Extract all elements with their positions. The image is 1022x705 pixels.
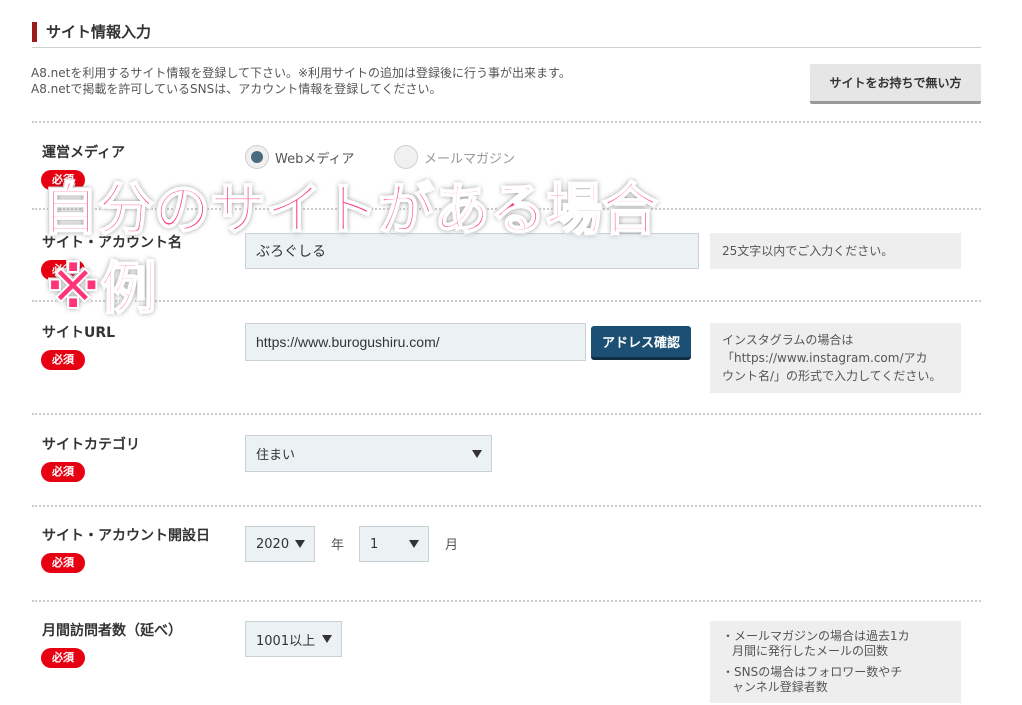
radio-mail-magazine-label: メールマガジン: [424, 151, 516, 167]
visitors-hint: ・メールマガジンの場合は過去1カ 月間に発行したメールの回数 ・SNSの場合はフ…: [710, 621, 961, 703]
radio-mail-magazine[interactable]: メールマガジン: [394, 145, 515, 169]
dropdown-arrow-icon: [472, 449, 482, 458]
site-url-input[interactable]: https://www.burogushiru.com/: [245, 323, 586, 361]
divider: [32, 505, 981, 507]
intro-text: A8.netを利用するサイト情報を登録して下さい。※利用サイトの追加は登録後に行…: [31, 65, 571, 97]
site-url-label: サイトURL: [42, 325, 116, 341]
year-select[interactable]: 2020: [245, 526, 315, 562]
divider: [32, 121, 981, 123]
section-title: サイト情報入力: [46, 23, 152, 41]
site-url-hint-line: インスタグラムの場合は: [722, 333, 854, 347]
month-unit: 月: [445, 538, 459, 553]
visitors-select[interactable]: 1001以上: [245, 621, 342, 657]
media-label: 運営メディア: [42, 145, 126, 161]
divider: [32, 600, 981, 602]
dropdown-arrow-icon: [322, 635, 332, 643]
section-header: サイト情報入力: [32, 20, 981, 48]
category-select[interactable]: 住まい: [245, 435, 492, 472]
intro-line-1: A8.netを利用するサイト情報を登録して下さい。※利用サイトの追加は登録後に行…: [31, 66, 571, 80]
required-badge: 必須: [41, 553, 85, 573]
visitors-label: 月間訪問者数（延べ）: [42, 623, 182, 639]
radio-checked-icon[interactable]: [245, 145, 269, 169]
address-check-button[interactable]: アドレス確認: [591, 326, 691, 360]
year-select-value: 2020: [256, 536, 290, 552]
site-url-hint-line: 「https://www.instagram.com/アカ: [722, 351, 928, 365]
visitors-hint-line: ・SNSの場合はフォロワー数やチ: [722, 665, 903, 679]
site-name-hint: 25文字以内でご入力ください。: [710, 233, 961, 269]
intro-line-2: A8.netで掲載を許可しているSNSは、アカウント情報を登録してください。: [31, 82, 442, 96]
divider: [32, 413, 981, 415]
visitors-hint-line: ・メールマガジンの場合は過去1カ: [722, 629, 910, 643]
dropdown-arrow-icon: [409, 540, 419, 548]
radio-web-media[interactable]: Webメディア: [245, 145, 354, 169]
month-select[interactable]: 1: [359, 526, 429, 562]
site-url-hint-line: ウント名/」の形式で入力してください。: [722, 369, 942, 383]
no-site-button[interactable]: サイトをお持ちで無い方: [810, 64, 981, 104]
dropdown-arrow-icon: [295, 540, 305, 548]
section-accent-bar: [32, 22, 37, 42]
radio-unchecked-icon[interactable]: [394, 145, 418, 169]
site-url-hint: インスタグラムの場合は 「https://www.instagram.com/ア…: [710, 323, 961, 393]
year-unit: 年: [331, 538, 345, 553]
visitors-hint-line: 月間に発行したメールの回数: [732, 644, 889, 658]
divider: [32, 300, 981, 302]
category-label: サイトカテゴリ: [42, 437, 140, 453]
required-badge: 必須: [41, 648, 85, 668]
month-select-value: 1: [370, 536, 379, 552]
visitors-hint-line: ャンネル登録者数: [732, 680, 828, 694]
visitors-select-value: 1001以上: [256, 633, 316, 649]
required-badge: 必須: [41, 462, 85, 482]
overlay-example-note: ※例: [45, 257, 157, 322]
open-date-label: サイト・アカウント開設日: [42, 528, 210, 544]
category-select-value: 住まい: [256, 448, 296, 463]
required-badge: 必須: [41, 350, 85, 370]
radio-web-media-label: Webメディア: [275, 151, 355, 167]
overlay-caption: 自分のサイトがある場合: [41, 178, 659, 243]
